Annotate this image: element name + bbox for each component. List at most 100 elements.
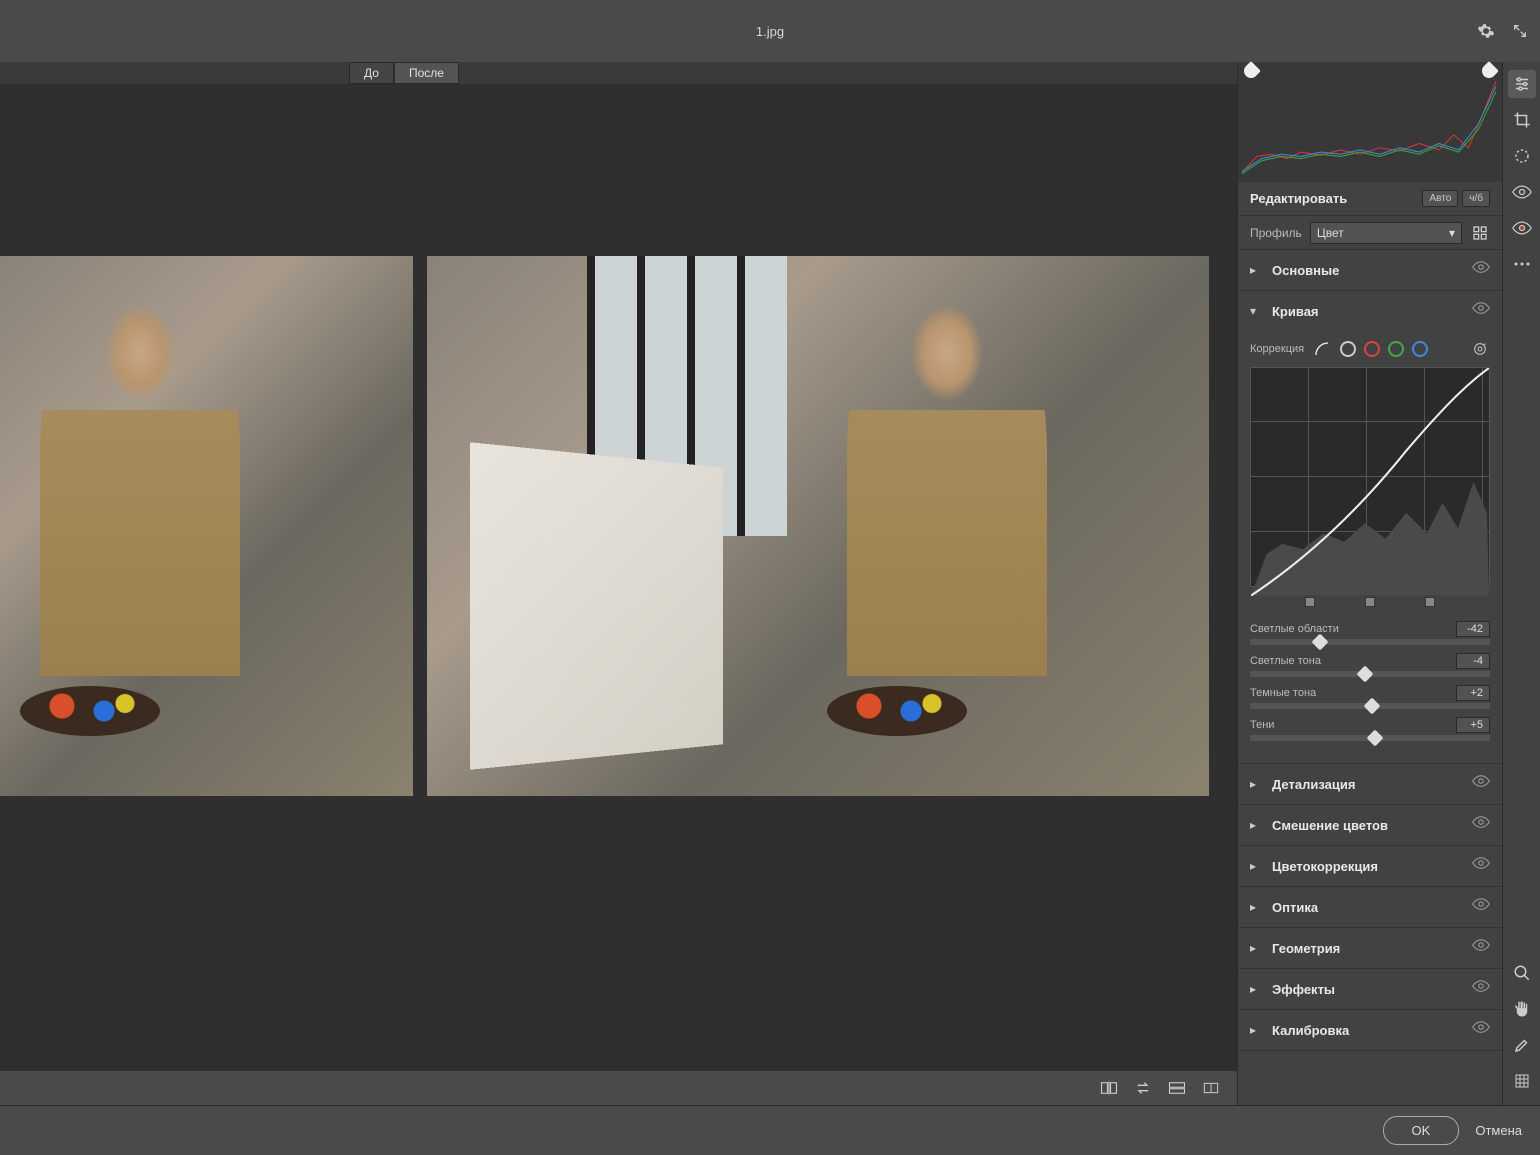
edit-title: Редактировать [1250, 191, 1347, 206]
eye-icon[interactable] [1472, 775, 1490, 793]
section-effects-label: Эффекты [1272, 982, 1462, 997]
tab-after[interactable]: После [394, 62, 459, 84]
histogram[interactable] [1238, 62, 1502, 182]
slider-value[interactable]: +5 [1456, 717, 1490, 733]
channel-blue-icon[interactable] [1412, 341, 1428, 357]
section-detail-header[interactable]: ▸Детализация [1238, 764, 1502, 804]
slider-value[interactable]: -4 [1456, 653, 1490, 669]
eye-icon[interactable] [1472, 980, 1490, 998]
mask-eye-icon[interactable] [1508, 178, 1536, 206]
eye-icon[interactable] [1472, 1021, 1490, 1039]
single-view-icon[interactable] [1199, 1076, 1223, 1100]
fullscreen-toggle-icon[interactable] [1510, 21, 1530, 41]
curve-toolbar: Коррекция [1250, 339, 1490, 359]
section-effects: ▸Эффекты [1238, 969, 1502, 1010]
section-colorcorr: ▸Цветокоррекция [1238, 846, 1502, 887]
profile-label: Профиль [1250, 226, 1302, 240]
panel-scroll[interactable]: Редактировать Авто ч/б Профиль Цвет ▾ [1238, 182, 1502, 1105]
section-effects-header[interactable]: ▸Эффекты [1238, 969, 1502, 1009]
adjustments-panel: Редактировать Авто ч/б Профиль Цвет ▾ [1237, 62, 1502, 1105]
slider-track[interactable] [1250, 639, 1490, 645]
section-optics-header[interactable]: ▸Оптика [1238, 887, 1502, 927]
section-geometry-header[interactable]: ▸Геометрия [1238, 928, 1502, 968]
edit-sliders-icon[interactable] [1508, 70, 1536, 98]
redeye-icon[interactable] [1508, 214, 1536, 242]
eye-icon[interactable] [1472, 261, 1490, 279]
section-colormix: ▸Смешение цветов [1238, 805, 1502, 846]
section-calibration: ▸Калибровка [1238, 1010, 1502, 1051]
edit-header: Редактировать Авто ч/б [1238, 182, 1502, 216]
eye-icon[interactable] [1472, 898, 1490, 916]
curve-line [1251, 368, 1489, 596]
eye-icon[interactable] [1472, 302, 1490, 320]
curve-content: Коррекция [1238, 331, 1502, 763]
footer: OK Отмена [0, 1105, 1540, 1155]
viewport-bottom-toolbar [0, 1071, 1237, 1105]
section-curve-label: Кривая [1272, 304, 1462, 319]
crop-icon[interactable] [1508, 106, 1536, 134]
eye-icon[interactable] [1472, 816, 1490, 834]
channel-green-icon[interactable] [1388, 341, 1404, 357]
heal-icon[interactable] [1508, 142, 1536, 170]
hand-icon[interactable] [1508, 995, 1536, 1023]
view-tabs-bar: До После [0, 62, 1237, 84]
section-geometry: ▸Геометрия [1238, 928, 1502, 969]
section-colorcorr-header[interactable]: ▸Цветокоррекция [1238, 846, 1502, 886]
section-curve: ▾ Кривая Коррекция [1238, 291, 1502, 764]
eye-icon[interactable] [1472, 939, 1490, 957]
section-colormix-header[interactable]: ▸Смешение цветов [1238, 805, 1502, 845]
top-right-controls [1476, 21, 1530, 41]
section-calibration-label: Калибровка [1272, 1023, 1462, 1038]
ok-button[interactable]: OK [1383, 1116, 1460, 1145]
section-detail: ▸Детализация [1238, 764, 1502, 805]
gear-icon[interactable] [1476, 21, 1496, 41]
section-curve-header[interactable]: ▾ Кривая [1238, 291, 1502, 331]
curve-graph[interactable] [1250, 367, 1490, 587]
compare-split-icon[interactable] [1097, 1076, 1121, 1100]
image-compare-area[interactable] [0, 84, 1237, 1071]
file-name: 1.jpg [756, 24, 784, 39]
compare-stacked-icon[interactable] [1165, 1076, 1189, 1100]
section-basic-label: Основные [1272, 263, 1462, 278]
chevron-right-icon: ▸ [1250, 900, 1262, 914]
slider-track[interactable] [1250, 671, 1490, 677]
parametric-curve-icon[interactable] [1312, 339, 1332, 359]
auto-button[interactable]: Авто [1422, 190, 1458, 207]
profile-select[interactable]: Цвет ▾ [1310, 222, 1462, 244]
section-basic-header[interactable]: ▸ Основные [1238, 250, 1502, 290]
channel-red-icon[interactable] [1364, 341, 1380, 357]
curve-region-markers[interactable] [1250, 597, 1490, 611]
correction-label: Коррекция [1250, 343, 1304, 355]
sampler-icon[interactable] [1508, 1031, 1536, 1059]
slider-value[interactable]: -42 [1456, 621, 1490, 637]
presets-icon[interactable] [1508, 250, 1536, 278]
slider-name: Светлые области [1250, 623, 1339, 635]
main-row: До После [0, 62, 1540, 1105]
image-after [427, 256, 1209, 796]
eye-icon[interactable] [1472, 857, 1490, 875]
region-marker-shadows[interactable] [1305, 597, 1315, 607]
target-adjust-icon[interactable] [1470, 339, 1490, 359]
swap-icon[interactable] [1131, 1076, 1155, 1100]
bw-button[interactable]: ч/б [1462, 190, 1490, 207]
section-calibration-header[interactable]: ▸Калибровка [1238, 1010, 1502, 1050]
cancel-button[interactable]: Отмена [1475, 1123, 1522, 1138]
image-before [0, 256, 413, 796]
section-detail-label: Детализация [1272, 777, 1462, 792]
slider-track[interactable] [1250, 735, 1490, 741]
section-colorcorr-label: Цветокоррекция [1272, 859, 1462, 874]
region-marker-lights[interactable] [1425, 597, 1435, 607]
zoom-icon[interactable] [1508, 959, 1536, 987]
slider-value[interactable]: +2 [1456, 685, 1490, 701]
slider-name: Тени [1250, 719, 1274, 731]
profile-browser-icon[interactable] [1470, 223, 1490, 243]
app-root: 1.jpg До После [0, 0, 1540, 1155]
section-colormix-label: Смешение цветов [1272, 818, 1462, 833]
curve-slider-row: Тени +5 [1250, 717, 1490, 741]
image-viewport: До После [0, 62, 1237, 1105]
slider-track[interactable] [1250, 703, 1490, 709]
region-marker-mid[interactable] [1365, 597, 1375, 607]
grid-view-icon[interactable] [1508, 1067, 1536, 1095]
tab-before[interactable]: До [349, 62, 394, 84]
channel-rgb-icon[interactable] [1340, 341, 1356, 357]
